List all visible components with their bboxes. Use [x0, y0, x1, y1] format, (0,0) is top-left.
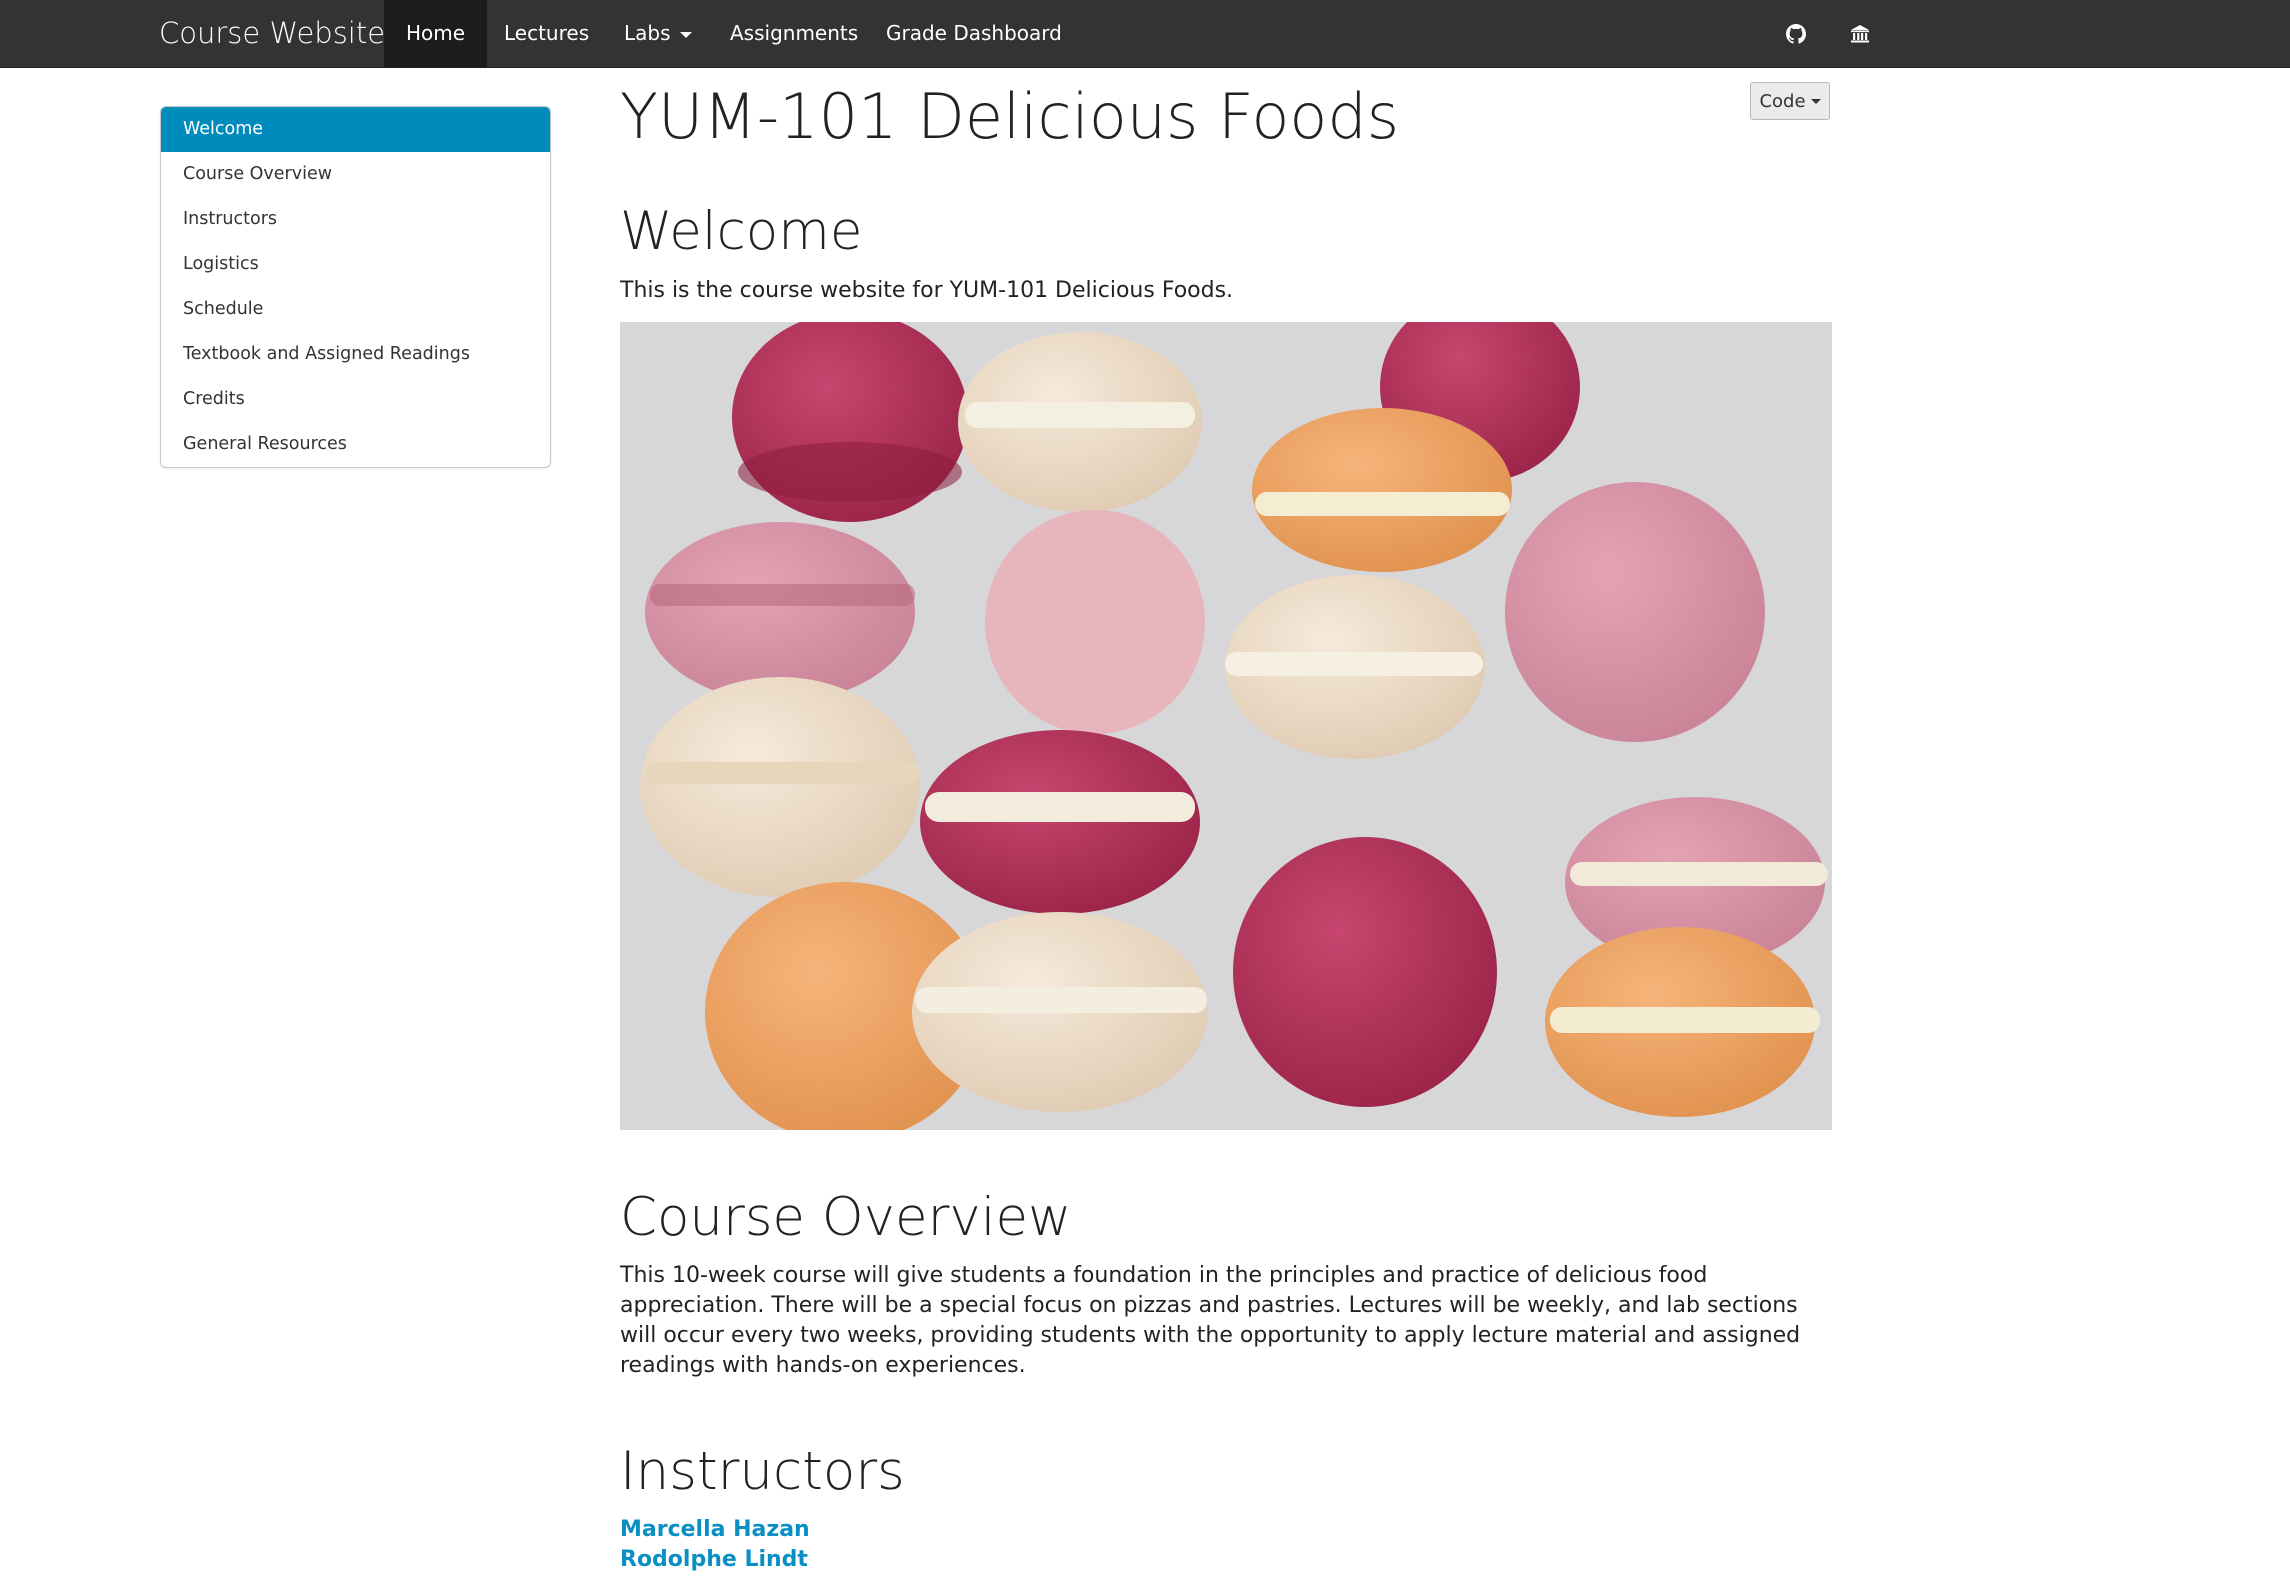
table-of-contents: Welcome Course Overview Instructors Logi…: [160, 106, 551, 468]
nav-assignments-label: Assignments: [730, 21, 859, 45]
github-icon[interactable]: [1776, 0, 1816, 67]
chevron-down-icon: [1810, 98, 1821, 104]
welcome-text: This is the course website for YUM-101 D…: [620, 278, 1234, 303]
toc-item-schedule[interactable]: Schedule: [161, 287, 550, 332]
code-button-label: Code: [1759, 90, 1806, 112]
nav-home[interactable]: Home: [384, 0, 488, 67]
welcome-heading: Welcome: [620, 201, 863, 262]
instructors-heading: Instructors: [620, 1441, 905, 1502]
nav-assignments[interactable]: Assignments: [708, 0, 880, 67]
nav-grade-dashboard-label: Grade Dashboard: [886, 21, 1062, 45]
course-overview-heading: Course Overview: [620, 1187, 1072, 1248]
instructor-link[interactable]: Marcella Hazan: [620, 1515, 810, 1545]
toc-item-general-resources[interactable]: General Resources: [161, 422, 550, 467]
toc-item-logistics[interactable]: Logistics: [161, 242, 550, 287]
toc-item-course-overview[interactable]: Course Overview: [161, 152, 550, 197]
nav-home-label: Home: [406, 21, 466, 45]
toc-item-welcome[interactable]: Welcome: [161, 107, 550, 152]
instructor-link[interactable]: Rodolphe Lindt: [620, 1545, 808, 1575]
nav-grade-dashboard[interactable]: Grade Dashboard: [864, 0, 1084, 67]
chevron-down-icon: [679, 31, 692, 38]
toc-item-instructors[interactable]: Instructors: [161, 197, 550, 242]
page-title: YUM-101 Delicious Foods: [620, 80, 1400, 153]
nav-lectures[interactable]: Lectures: [482, 0, 611, 67]
toc-item-credits[interactable]: Credits: [161, 377, 550, 422]
top-navbar: Course Website Home Lectures Labs Assign…: [0, 0, 2290, 68]
toc-item-textbook[interactable]: Textbook and Assigned Readings: [161, 332, 550, 377]
nav-lectures-label: Lectures: [504, 21, 590, 45]
institution-icon[interactable]: [1840, 0, 1880, 67]
macarons-photo: [620, 322, 1832, 1130]
nav-labs-dropdown[interactable]: Labs: [602, 0, 714, 67]
nav-labs-label: Labs: [624, 21, 671, 45]
code-button[interactable]: Code: [1750, 82, 1830, 120]
brand-link[interactable]: Course Website: [159, 0, 385, 67]
course-overview-text: This 10-week course will give students a…: [620, 1263, 1801, 1378]
